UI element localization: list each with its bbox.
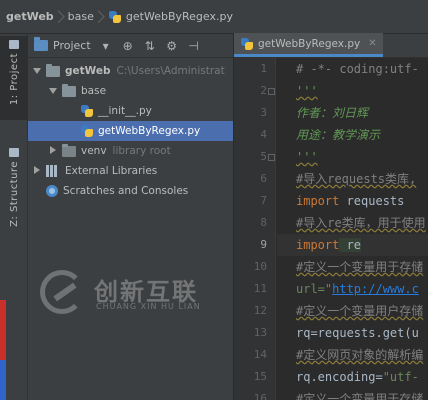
- tree-item-venv[interactable]: venv library root: [28, 141, 233, 161]
- library-icon: [46, 165, 60, 177]
- tree-item-scratches[interactable]: Scratches and Consoles: [28, 181, 233, 201]
- line-number: 15: [253, 370, 267, 383]
- project-toolbar: Project ▾ ⊕ ⇅ ⚙ ⊣: [28, 34, 233, 58]
- python-file-icon: [108, 10, 122, 24]
- code-area[interactable]: # -*- coding:utf- ''' 作者：刘日辉 用途：教学演示 '''…: [277, 58, 428, 400]
- gear-icon[interactable]: ⚙: [165, 39, 179, 53]
- breadcrumb-file[interactable]: getWebByRegex.py: [108, 0, 233, 34]
- code-line: rq.encoding="utf-: [296, 370, 419, 384]
- code-line: ''': [296, 84, 318, 98]
- collapse-arrow-icon[interactable]: [48, 146, 58, 156]
- code-line: #定义一个变量用于存储: [296, 392, 424, 400]
- tree-item-base[interactable]: base: [28, 81, 233, 101]
- line-number: 7: [260, 194, 267, 207]
- folder-icon: [62, 143, 76, 157]
- project-view-selector[interactable]: Project: [53, 39, 91, 52]
- close-icon[interactable]: ✕: [368, 38, 376, 49]
- expand-arrow-icon[interactable]: [48, 86, 58, 96]
- line-number: 2: [260, 84, 267, 97]
- line-number-gutter: 1 2 3 4 5 6 7 8 9 10 11 12 13 14 15 16: [234, 58, 276, 400]
- code-line: import requests: [296, 194, 405, 208]
- project-icon: [34, 37, 48, 51]
- chevron-down-icon[interactable]: ▾: [99, 39, 113, 53]
- python-file-icon: [80, 124, 94, 138]
- line-number: 13: [253, 326, 267, 339]
- line-number: 3: [260, 106, 267, 119]
- code-line: 用途：教学演示: [296, 128, 381, 142]
- tab-project[interactable]: 1: Project: [0, 36, 28, 120]
- breadcrumb-separator-icon: [54, 0, 68, 34]
- folder-icon: [62, 83, 76, 97]
- background-window-edge: [0, 300, 6, 360]
- folder-icon: [46, 63, 60, 77]
- code-line: 作者：刘日辉: [296, 106, 369, 120]
- fold-marker-icon[interactable]: [268, 154, 275, 161]
- code-line: ''': [296, 150, 318, 164]
- background-window-edge: [0, 360, 6, 400]
- expand-arrow-icon[interactable]: [32, 66, 42, 76]
- code-line: # -*- coding:utf-: [296, 62, 419, 76]
- code-line: url="http://www.c: [296, 282, 419, 296]
- structure-tab-icon: [9, 148, 19, 157]
- code-line: #定义一个变量用于存储: [296, 260, 424, 274]
- tab-structure[interactable]: Z: Structure: [0, 144, 28, 234]
- collapse-all-icon[interactable]: ⇅: [143, 39, 157, 53]
- code-line: #导入requests类库,: [296, 172, 417, 186]
- project-panel: Project ▾ ⊕ ⇅ ⚙ ⊣ getWeb C:\Users\Admini…: [28, 34, 234, 400]
- line-number: 12: [253, 304, 267, 317]
- line-number: 16: [253, 392, 267, 400]
- line-number: 14: [253, 348, 267, 361]
- editor-tab-bar: getWebByRegex.py ✕: [234, 33, 428, 58]
- code-editor: getWebByRegex.py ✕ 1 2 3 4 5 6 7 8 9 10 11 12 13 14 15…: [234, 33, 428, 400]
- line-number: 1: [260, 62, 267, 75]
- line-number: 9: [260, 238, 267, 251]
- tree-item-regex-file[interactable]: getWebByRegex.py: [28, 121, 233, 141]
- navigation-bar: getWeb base getWebByRegex.py: [0, 0, 428, 34]
- line-number: 11: [253, 282, 267, 295]
- code-line: #定义一个变量用户存储: [296, 304, 424, 318]
- line-number: 10: [253, 260, 267, 273]
- code-line: #导入re类库，用于使用: [296, 216, 426, 230]
- line-number: 6: [260, 172, 267, 185]
- editor-tab[interactable]: getWebByRegex.py ✕: [234, 33, 383, 57]
- collapse-arrow-icon[interactable]: [32, 166, 42, 176]
- code-line: #定义网页对象的解析编: [296, 348, 424, 362]
- python-file-icon: [80, 104, 94, 118]
- python-file-icon: [240, 37, 254, 51]
- code-line-current: import re: [277, 234, 428, 256]
- line-number: 5: [260, 150, 267, 163]
- breadcrumb-project[interactable]: getWeb: [6, 0, 54, 34]
- tree-item-root[interactable]: getWeb C:\Users\Administrat: [28, 61, 233, 81]
- project-tab-icon: [9, 40, 19, 49]
- breadcrumb-folder[interactable]: base: [68, 0, 94, 34]
- tree-item-external-libraries[interactable]: External Libraries: [28, 161, 233, 181]
- locate-file-icon[interactable]: ⊕: [121, 39, 135, 53]
- hide-panel-icon[interactable]: ⊣: [187, 39, 201, 53]
- line-number: 8: [260, 216, 267, 229]
- tree-item-init-file[interactable]: __init__.py: [28, 101, 233, 121]
- scratches-icon: [46, 185, 58, 197]
- fold-marker-icon[interactable]: [268, 88, 275, 95]
- code-line: rq=requests.get(u: [296, 326, 419, 340]
- breadcrumb-separator-icon: [94, 0, 108, 34]
- line-number: 4: [260, 128, 267, 141]
